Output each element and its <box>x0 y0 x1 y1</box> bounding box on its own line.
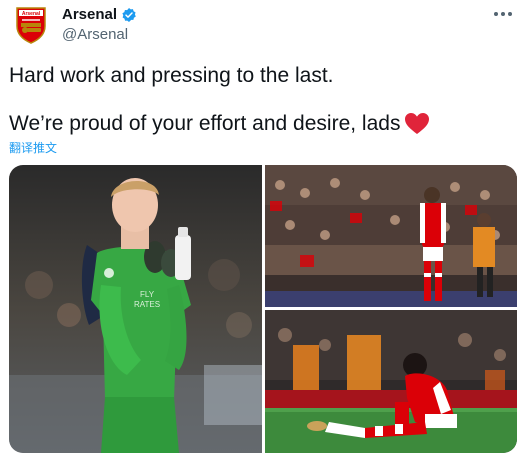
shirt-sponsor-text: FLY <box>140 290 155 299</box>
media-grid: FLY RATES <box>9 165 517 453</box>
name-row: Arsenal <box>62 6 137 23</box>
shirt-sponsor-text-2: RATES <box>134 300 160 309</box>
translate-tweet-link[interactable]: 翻译推文 <box>9 139 57 156</box>
photo-player-sitting[interactable] <box>265 310 517 453</box>
tweet-text-line-2: We’re proud of your effort and desire, l… <box>9 111 430 137</box>
red-heart-emoji-icon <box>404 112 430 136</box>
verified-badge-icon <box>121 7 137 23</box>
account-avatar[interactable]: Arsenal <box>10 4 51 45</box>
arsenal-crest-icon: Arsenal <box>15 6 46 44</box>
crest-text: Arsenal <box>21 11 40 17</box>
photo-player-standing[interactable] <box>265 165 517 307</box>
more-options-icon[interactable] <box>493 8 513 20</box>
tweet-card: Arsenal Arsenal @Arsenal Hard work and p… <box>0 0 525 458</box>
photo-goalkeeper[interactable]: FLY RATES <box>9 165 262 453</box>
tweet-text-line-2-text: We’re proud of your effort and desire, l… <box>9 112 401 135</box>
display-name[interactable]: Arsenal <box>62 6 117 23</box>
tweet-text-line-1: Hard work and pressing to the last. <box>9 64 334 87</box>
account-handle[interactable]: @Arsenal <box>62 26 128 43</box>
